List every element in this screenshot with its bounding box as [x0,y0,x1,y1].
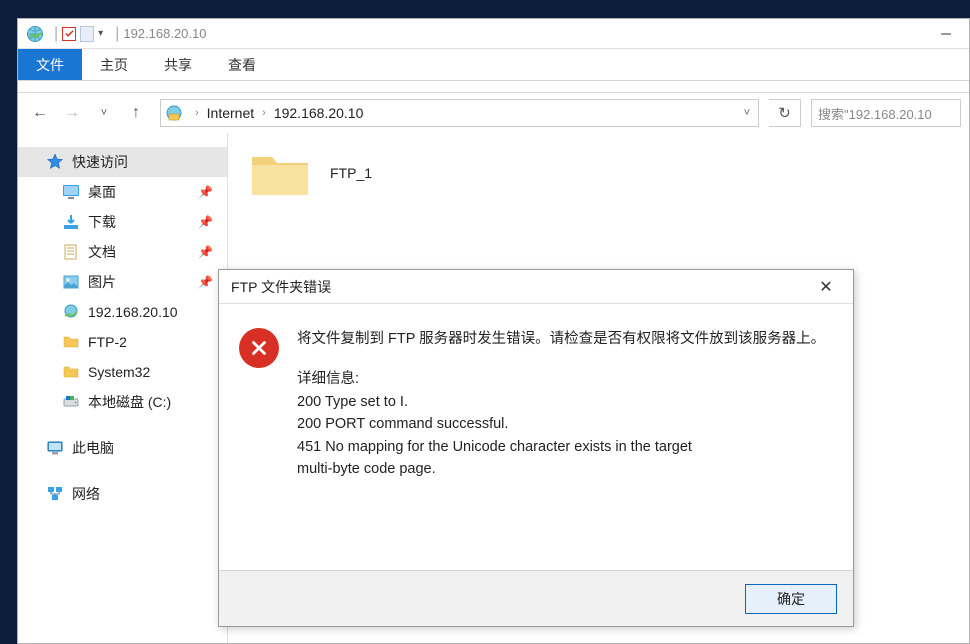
sidebar-label: FTP-2 [88,334,127,350]
pin-icon: 📌 [198,185,213,199]
sidebar-label: 此电脑 [72,438,114,458]
dialog-footer: 确定 [219,570,853,626]
tab-file[interactable]: 文件 [18,49,82,80]
sidebar-quick-access[interactable]: 快速访问 [18,147,227,177]
dialog-detail-line: multi-byte code page. [297,458,825,480]
folder-icon [248,147,312,199]
search-input[interactable]: 搜索"192.168.20.10 [811,99,961,127]
breadcrumb-host[interactable]: 192.168.20.10 [274,105,364,121]
address-bar[interactable]: › Internet › 192.168.20.10 ˅ [160,99,759,127]
nav-back-button[interactable]: ← [26,99,54,127]
sidebar-label: 下载 [88,212,116,232]
nav-recent-dropdown[interactable]: ˅ [90,99,118,127]
tab-view[interactable]: 查看 [210,49,274,80]
window-title: 192.168.20.10 [123,26,206,41]
folder-icon [62,333,80,351]
sidebar-label: 网络 [72,484,100,504]
sidebar-label: 192.168.20.10 [88,304,178,320]
sidebar-label: 图片 [88,272,116,292]
folder-icon [62,363,80,381]
pin-icon: 📌 [198,275,213,289]
desktop-icon [62,183,80,201]
drive-icon [62,393,80,411]
nav-sidebar: 快速访问 桌面 📌 下载 📌 文档 📌 [18,133,228,643]
sidebar-desktop[interactable]: 桌面 📌 [18,177,227,207]
sidebar-label: 本地磁盘 (C:) [88,392,171,412]
dialog-detail-line: 200 PORT command successful. [297,413,825,435]
qat-dropdown-icon[interactable]: ▾ [98,28,103,39]
sidebar-ftp2[interactable]: FTP-2 [18,327,227,357]
dialog-body: 将文件复制到 FTP 服务器时发生错误。请检查是否有权限将文件放到该服务器上。 … [219,304,853,495]
documents-icon [62,243,80,261]
network-icon [46,485,64,503]
chevron-right-icon[interactable]: › [262,107,266,119]
ribbon-tabs: 文件 主页 共享 查看 [18,49,969,81]
error-icon [239,328,279,368]
title-bar: | ▾ | 192.168.20.10 [18,19,969,49]
nav-forward-button[interactable]: → [58,99,86,127]
ftp-icon [26,25,44,43]
qat-properties-icon[interactable] [62,27,76,41]
dialog-close-button[interactable]: ✕ [811,277,841,297]
separator: | [54,25,58,43]
tab-share[interactable]: 共享 [146,49,210,80]
dialog-titlebar[interactable]: FTP 文件夹错误 ✕ [219,270,853,304]
sidebar-label: System32 [88,364,150,380]
sidebar-label: 快速访问 [72,152,128,172]
search-placeholder: 搜索"192.168.20.10 [818,104,932,123]
refresh-button[interactable]: ↻ [769,99,801,127]
qat-newfolder-icon[interactable] [80,26,94,42]
computer-icon [46,439,64,457]
dialog-main-message: 将文件复制到 FTP 服务器时发生错误。请检查是否有权限将文件放到该服务器上。 [297,328,825,350]
ribbon-collapsed-area [18,81,969,93]
ftp-location-icon [165,104,183,122]
pictures-icon [62,273,80,291]
chevron-right-icon[interactable]: › [195,107,199,119]
downloads-icon [62,213,80,231]
breadcrumb-internet[interactable]: Internet [207,105,254,121]
sidebar-system32[interactable]: System32 [18,357,227,387]
dialog-detail-line: 451 No mapping for the Unicode character… [297,436,825,458]
folder-item[interactable]: FTP_1 [248,147,949,199]
error-dialog: FTP 文件夹错误 ✕ 将文件复制到 FTP 服务器时发生错误。请检查是否有权限… [218,269,854,627]
pin-icon: 📌 [198,215,213,229]
sidebar-this-pc[interactable]: 此电脑 [18,433,227,463]
address-bar-row: ← → ˅ ↑ › Internet › 192.168.20.10 ˅ ↻ 搜… [18,93,969,133]
address-dropdown-icon[interactable]: ˅ [744,107,750,119]
dialog-detail-line: 200 Type set to I. [297,391,825,413]
ftp-icon [62,303,80,321]
dialog-text: 将文件复制到 FTP 服务器时发生错误。请检查是否有权限将文件放到该服务器上。 … [297,328,825,481]
nav-up-button[interactable]: ↑ [122,99,150,127]
sidebar-documents[interactable]: 文档 📌 [18,237,227,267]
sidebar-label: 桌面 [88,182,116,202]
sidebar-label: 文档 [88,242,116,262]
dialog-title: FTP 文件夹错误 [231,277,331,297]
sidebar-pictures[interactable]: 图片 📌 [18,267,227,297]
minimize-button[interactable] [923,19,969,49]
pin-icon: 📌 [198,245,213,259]
sidebar-network[interactable]: 网络 [18,479,227,509]
folder-label: FTP_1 [330,165,372,181]
dialog-details-label: 详细信息: [297,368,825,390]
sidebar-local-disk[interactable]: 本地磁盘 (C:) [18,387,227,417]
tab-home[interactable]: 主页 [82,49,146,80]
sidebar-ftp-server[interactable]: 192.168.20.10 [18,297,227,327]
sidebar-downloads[interactable]: 下载 📌 [18,207,227,237]
separator: | [115,25,119,43]
star-icon [46,153,64,171]
dialog-ok-button[interactable]: 确定 [745,584,837,614]
